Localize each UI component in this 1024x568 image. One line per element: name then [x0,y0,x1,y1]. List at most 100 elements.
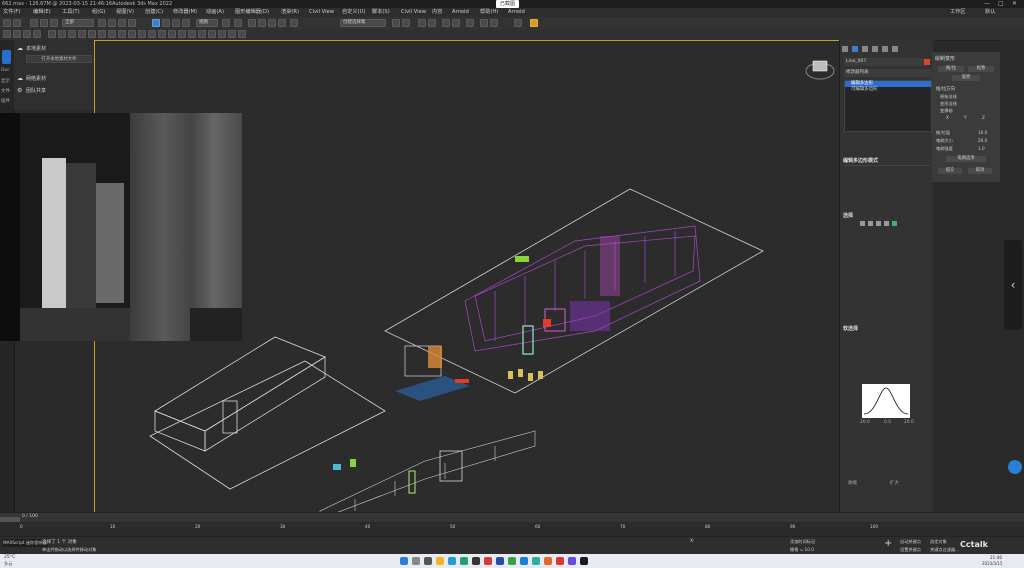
app-6-icon[interactable] [556,557,564,565]
option-original-normals[interactable]: 原始法线 [940,94,957,100]
key-filters-button[interactable]: 关键点过滤器... [930,547,959,553]
maximize-button[interactable]: □ [998,0,1004,8]
menu-edit[interactable]: 编辑(E) [33,8,51,17]
vertex-icon[interactable] [860,221,865,226]
tool-p-icon[interactable] [208,30,216,38]
minimize-button[interactable]: — [984,0,990,8]
app-5-icon[interactable] [544,557,552,565]
axis-z[interactable]: Z [982,115,985,120]
local-material-label[interactable]: 本地素材 [26,45,46,52]
wechat-icon[interactable] [508,557,516,565]
populate-icon[interactable] [48,30,56,38]
app-4-icon[interactable] [520,557,528,565]
brush-size-value[interactable]: 20.0 [978,138,987,143]
modify-tab-icon[interactable] [852,46,858,52]
tool-o-icon[interactable] [198,30,206,38]
link-icon[interactable] [30,19,38,27]
object-color-swatch[interactable] [924,59,930,65]
track-bar[interactable]: 0 10 20 30 40 50 60 70 80 90 100 [0,522,1024,536]
taskview-icon[interactable] [424,557,432,565]
select-by-name-icon[interactable] [108,19,116,27]
coord-x[interactable]: X: [690,539,695,544]
tool-r-icon[interactable] [228,30,236,38]
tool-m-icon[interactable] [178,30,186,38]
menu-arnold-1[interactable]: Arnold [452,8,469,17]
maxscript-listener[interactable]: MAXScript 迷你侦听器 [2,539,48,547]
tool-a-icon[interactable] [58,30,66,38]
border-icon[interactable] [876,221,881,226]
option-deformed-normals[interactable]: 变形法线 [940,101,957,107]
menu-graph-editors[interactable]: 图形编辑器(D) [235,8,269,17]
move-icon[interactable] [152,19,160,27]
set-key-button[interactable]: 设置关键点 [900,547,921,553]
pivot-icon[interactable] [222,19,230,27]
schematic-view-icon[interactable] [452,19,460,27]
rotate-icon[interactable] [162,19,170,27]
tray-date[interactable]: 2023/3/15 [982,561,1003,566]
menu-help[interactable]: 帮助(H) [480,8,498,17]
scale-icon[interactable] [172,19,180,27]
menu-customize[interactable]: 自定义(U) [342,8,365,17]
axis-y[interactable]: Y [964,115,967,120]
network-material-label[interactable]: 网络素材 [26,75,46,82]
menu-civil-view-2[interactable]: Civil View [401,8,426,17]
coord-dropdown[interactable]: 视图 [196,19,218,27]
menu-create[interactable]: 创建(C) [145,8,163,17]
option-transform-axis[interactable]: 变换轴 [940,108,953,114]
tool-e-icon[interactable] [98,30,106,38]
polygon-icon[interactable] [884,221,889,226]
plugin-logo-icon[interactable] [2,50,11,64]
collapse-arrow-icon[interactable]: ‹ [1004,240,1022,330]
tool-q-icon[interactable] [218,30,226,38]
close-button[interactable]: ✕ [1012,0,1017,8]
workspace-value[interactable]: 默认 [985,8,995,17]
push-value[interactable]: 10.0 [978,130,987,135]
tool-i-icon[interactable] [138,30,146,38]
object-name-field[interactable]: Line_007 [844,58,926,66]
render-frame-icon[interactable] [490,19,498,27]
snap-3d-icon[interactable] [248,19,256,27]
redo-icon[interactable] [13,19,21,27]
weather-temp[interactable]: 25°C [4,555,15,560]
align-icon[interactable] [402,19,410,27]
unlink-icon[interactable] [40,19,48,27]
undo-icon[interactable] [3,19,11,27]
edit-mode-section[interactable]: 编辑多边形模式 [843,157,878,164]
tool-f-icon[interactable] [108,30,116,38]
photoshop-icon[interactable] [496,557,504,565]
render-icon[interactable] [514,19,522,27]
edit-named-selection-icon[interactable] [290,19,298,27]
menu-content[interactable]: 内容 [432,8,442,17]
stack-item-editable-poly[interactable]: 可编辑多边形 [845,87,931,93]
add-key-icon[interactable]: + [884,539,892,549]
material-editor-icon[interactable] [466,19,474,27]
strip-item-doc[interactable]: Doc [1,68,10,73]
auto-key-button[interactable]: 自动关键点 [900,539,921,545]
keyboard-shortcut-icon[interactable] [234,19,242,27]
menu-modifiers[interactable]: 修改器(M) [173,8,197,17]
menu-arnold-2[interactable]: Arnold [508,8,525,17]
weather-desc[interactable]: 多云 [4,561,12,567]
filter-dropdown[interactable]: 全部 [62,19,94,27]
push-pull-button[interactable]: 推/拉 [938,66,964,72]
freeform-icon[interactable] [13,30,21,38]
select-icon[interactable] [98,19,106,27]
revert-button[interactable]: 复原 [952,75,980,81]
3dsmax-icon[interactable] [532,557,540,565]
tool-l-icon[interactable] [168,30,176,38]
create-tab-icon[interactable] [842,46,848,52]
bind-icon[interactable] [50,19,58,27]
menu-scripting[interactable]: 脚本(S) [372,8,390,17]
relax-button[interactable]: 松弛 [968,66,994,72]
search-icon[interactable] [412,557,420,565]
app-1-icon[interactable] [460,557,468,565]
menu-rendering[interactable]: 渲染(R) [281,8,299,17]
selected-object-dropdown[interactable]: 选定对象 [930,539,947,545]
named-selection-dropdown[interactable]: 创建选择集 [340,19,386,27]
tool-d-icon[interactable] [88,30,96,38]
scene-explorer-icon[interactable] [418,19,426,27]
edge-icon[interactable] [868,221,873,226]
brush-options-button[interactable]: 笔刷选项 [946,156,986,162]
strip-item-plugin[interactable]: 插件 [1,98,10,104]
add-time-tag[interactable]: 添加时间标记 [790,539,815,545]
